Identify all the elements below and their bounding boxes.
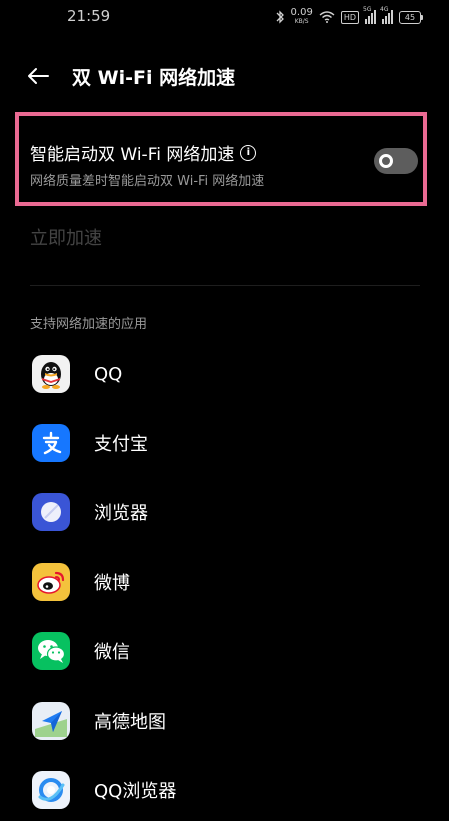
back-arrow-icon — [28, 68, 49, 84]
app-name: 微博 — [94, 573, 130, 594]
wifi-icon — [319, 11, 335, 23]
signal-1-label: 5G — [363, 6, 372, 13]
app-item-alipay[interactable]: 支付宝 — [32, 423, 422, 463]
smart-accelerate-title-wrap: 智能启动双 Wi-Fi 网络加速 i — [30, 140, 257, 165]
qq-browser-icon — [32, 771, 70, 809]
wechat-icon — [32, 632, 70, 670]
status-bar: 21:59 0.09 KB/S HD 5G 4G 45 — [0, 0, 449, 36]
bluetooth-icon — [276, 10, 284, 24]
smart-accelerate-switch[interactable] — [374, 148, 418, 174]
status-icons: 0.09 KB/S HD 5G 4G 45 — [275, 6, 423, 28]
signal-2-label: 4G — [380, 6, 389, 13]
info-icon[interactable]: i — [240, 144, 257, 161]
battery-icon: 45 — [399, 10, 423, 24]
status-time: 21:59 — [67, 7, 111, 25]
app-item-browser[interactable]: 浏览器 — [32, 492, 422, 532]
signal-icon-1: 5G — [363, 6, 376, 24]
app-name: 支付宝 — [94, 434, 148, 455]
app-name: 浏览器 — [94, 503, 148, 524]
app-name: 微信 — [94, 642, 130, 663]
amap-icon — [32, 702, 70, 740]
section-label: 支持网络加速的应用 — [30, 317, 148, 332]
app-name: 高德地图 — [94, 712, 166, 733]
alipay-icon — [32, 424, 70, 462]
app-item-qq-browser[interactable]: QQ浏览器 — [32, 770, 422, 810]
weibo-icon — [32, 563, 70, 601]
net-speed: 0.09 KB/S — [291, 8, 313, 26]
app-name: QQ浏览器 — [94, 781, 177, 802]
smart-accelerate-subtitle: 网络质量差时智能启动双 Wi-Fi 网络加速 — [30, 174, 265, 189]
net-speed-value: 0.09 — [290, 7, 313, 18]
app-item-wechat[interactable]: 微信 — [32, 631, 422, 671]
page-title: 双 Wi-Fi 网络加速 — [72, 67, 236, 89]
switch-knob — [379, 154, 393, 168]
instant-accelerate-button[interactable]: 立即加速 — [30, 224, 102, 250]
back-button[interactable] — [24, 62, 52, 90]
divider — [30, 285, 420, 286]
net-speed-unit: KB/S — [294, 18, 309, 25]
hd-badge: HD — [340, 10, 359, 24]
browser-icon — [32, 493, 70, 531]
app-item-weibo[interactable]: 微博 — [32, 562, 422, 602]
app-item-amap[interactable]: 高德地图 — [32, 701, 422, 741]
header: 双 Wi-Fi 网络加速 — [0, 56, 449, 96]
app-item-qq[interactable]: QQ — [32, 354, 422, 394]
smart-accelerate-title: 智能启动双 Wi-Fi 网络加速 — [30, 145, 235, 165]
app-name: QQ — [94, 363, 123, 385]
smart-accelerate-row[interactable]: 智能启动双 Wi-Fi 网络加速 i 网络质量差时智能启动双 Wi-Fi 网络加… — [30, 136, 420, 196]
signal-icon-2: 4G — [380, 6, 393, 24]
qq-icon — [32, 355, 70, 393]
